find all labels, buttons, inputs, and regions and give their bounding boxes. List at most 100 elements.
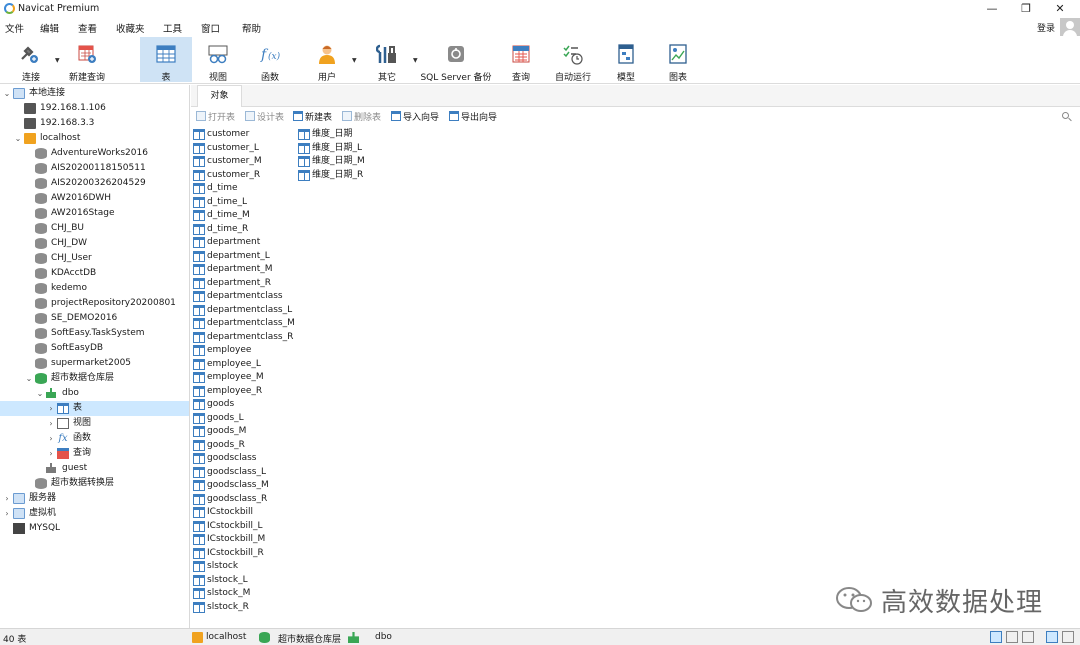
db-icon [35,193,47,204]
tree-item[interactable]: AdventureWorks2016 [0,146,189,161]
toolbar-user-button[interactable]: ▼ 用户 [305,37,357,83]
folder-blue-icon [13,508,25,519]
table-name: 维度_日期_L [312,142,363,153]
toolbar-connection-button[interactable]: ▼ 连接 [10,37,60,83]
new-table-icon [293,111,303,121]
conn-icon [24,103,36,114]
tree-item-label: 192.168.3.3 [40,118,95,128]
menu-help[interactable]: 帮助 [242,21,261,35]
tree-item[interactable]: › 服务器 [0,491,189,506]
tree-item[interactable]: ⌄ 超市数据仓库层 [0,371,189,386]
status-connection: localhost [206,632,247,642]
new-table-button[interactable]: 新建表 [293,111,332,124]
menu-file[interactable]: 文件 [5,21,24,35]
tree-item-label: AdventureWorks2016 [51,148,148,158]
tree-item[interactable]: ⌄ 本地连接 [0,86,189,101]
minimize-button[interactable]: — [975,1,1009,17]
toggle-navigation-pane-icon[interactable] [1046,631,1058,643]
restore-button[interactable]: ❐ [1009,1,1043,17]
open-table-button[interactable]: 打开表 [196,111,235,124]
tree-item[interactable]: 超市数据转换层 [0,476,189,491]
tree-item[interactable]: › 表 [0,401,189,416]
tree-item[interactable]: › fx 函数 [0,431,189,446]
toolbar-new-query-button[interactable]: 新建查询 [65,37,109,83]
tree-item[interactable]: AW2016DWH [0,191,189,206]
login-link[interactable]: 登录 [1037,21,1055,34]
toolbar-label: 图表 [668,73,687,83]
tree-item[interactable]: MYSQL [0,521,189,536]
tree-item[interactable]: 192.168.1.106 [0,101,189,116]
tree-item-label: SE_DEMO2016 [51,313,118,323]
chevron-down-icon[interactable]: ⌄ [24,371,34,386]
toolbar-sqlserver-backup-button[interactable]: SQL Server 备份 [418,37,494,83]
detail-view-icon[interactable] [1006,631,1018,643]
menu-window[interactable]: 窗口 [201,21,220,35]
tree-item[interactable]: SoftEasyDB [0,341,189,356]
menu-tools[interactable]: 工具 [163,21,182,35]
close-button[interactable]: ✕ [1043,1,1077,17]
tree-item[interactable]: AIS20200118150511 [0,161,189,176]
tree-item[interactable]: ⌄ localhost [0,131,189,146]
chevron-down-icon[interactable]: ▼ [55,57,60,64]
table-icon [193,142,205,154]
tree-item[interactable]: guest [0,461,189,476]
chevron-down-icon[interactable]: ▼ [413,57,418,64]
tree-item[interactable]: projectRepository20200801 [0,296,189,311]
toolbar-model-button[interactable]: 模型 [604,37,648,83]
tree-item[interactable]: SoftEasy.TaskSystem [0,326,189,341]
chevron-down-icon[interactable]: ⌄ [2,86,12,101]
tree-item[interactable]: CHJ_BU [0,221,189,236]
import-wizard-button[interactable]: 导入向导 [391,111,439,124]
toolbar-query-button[interactable]: 查询 [500,37,542,83]
chevron-right-icon[interactable]: › [46,431,56,446]
er-diagram-view-icon[interactable] [1022,631,1034,643]
tree-item[interactable]: 192.168.3.3 [0,116,189,131]
db-icon [35,328,47,339]
tab-objects[interactable]: 对象 [197,85,242,107]
tree-item[interactable]: ⌄ dbo [0,386,189,401]
tree-item[interactable]: KDAcctDB [0,266,189,281]
chevron-down-icon[interactable]: ⌄ [35,386,45,401]
tree-item[interactable]: CHJ_User [0,251,189,266]
table-icon [193,237,205,248]
tree-item[interactable]: AW2016Stage [0,206,189,221]
toolbar-function-button[interactable]: f (x) 函数 [248,37,292,83]
tree-item[interactable]: CHJ_DW [0,236,189,251]
tree-item[interactable]: supermarket2005 [0,356,189,371]
tree-item[interactable]: kedemo [0,281,189,296]
table-name: 维度_日期 [312,129,353,139]
toolbar-automation-button[interactable]: 自动运行 [550,37,596,83]
toolbar-view-button[interactable]: 视图 [196,37,240,83]
table-icon [193,588,205,599]
chevron-right-icon[interactable]: › [2,506,12,521]
tree-item[interactable]: SE_DEMO2016 [0,311,189,326]
tree-item[interactable]: › 查询 [0,446,189,461]
avatar[interactable] [1060,18,1080,38]
tree-item-label: MYSQL [29,523,61,533]
chevron-right-icon[interactable]: › [46,416,56,431]
chevron-right-icon[interactable]: › [46,401,56,416]
toolbar-other-button[interactable]: ▼ 其它 [365,37,418,83]
tree-item[interactable]: › 视图 [0,416,189,431]
table-name: slstock [207,561,239,571]
chevron-right-icon[interactable]: › [46,446,56,461]
table-name: departmentclass_M [207,318,295,328]
search-icon[interactable] [1062,112,1072,122]
menu-view[interactable]: 查看 [78,21,97,35]
db-icon [35,163,47,174]
design-table-button[interactable]: 设计表 [245,111,284,124]
delete-table-button[interactable]: 删除表 [342,111,381,124]
menu-favorites[interactable]: 收藏夹 [116,21,145,35]
toolbar-table-button[interactable]: 表 [140,37,192,83]
tree-item[interactable]: AIS20200326204529 [0,176,189,191]
chevron-right-icon[interactable]: › [2,491,12,506]
tree-item[interactable]: › 虚拟机 [0,506,189,521]
toggle-info-pane-icon[interactable] [1062,631,1074,643]
chevron-down-icon[interactable]: ▼ [352,57,357,64]
list-view-icon[interactable] [990,631,1002,643]
menu-edit[interactable]: 编辑 [40,21,59,35]
toolbar-chart-button[interactable]: 图表 [656,37,700,83]
chevron-down-icon[interactable]: ⌄ [13,131,23,146]
table-icon [57,403,69,414]
export-wizard-button[interactable]: 导出向导 [449,111,497,124]
